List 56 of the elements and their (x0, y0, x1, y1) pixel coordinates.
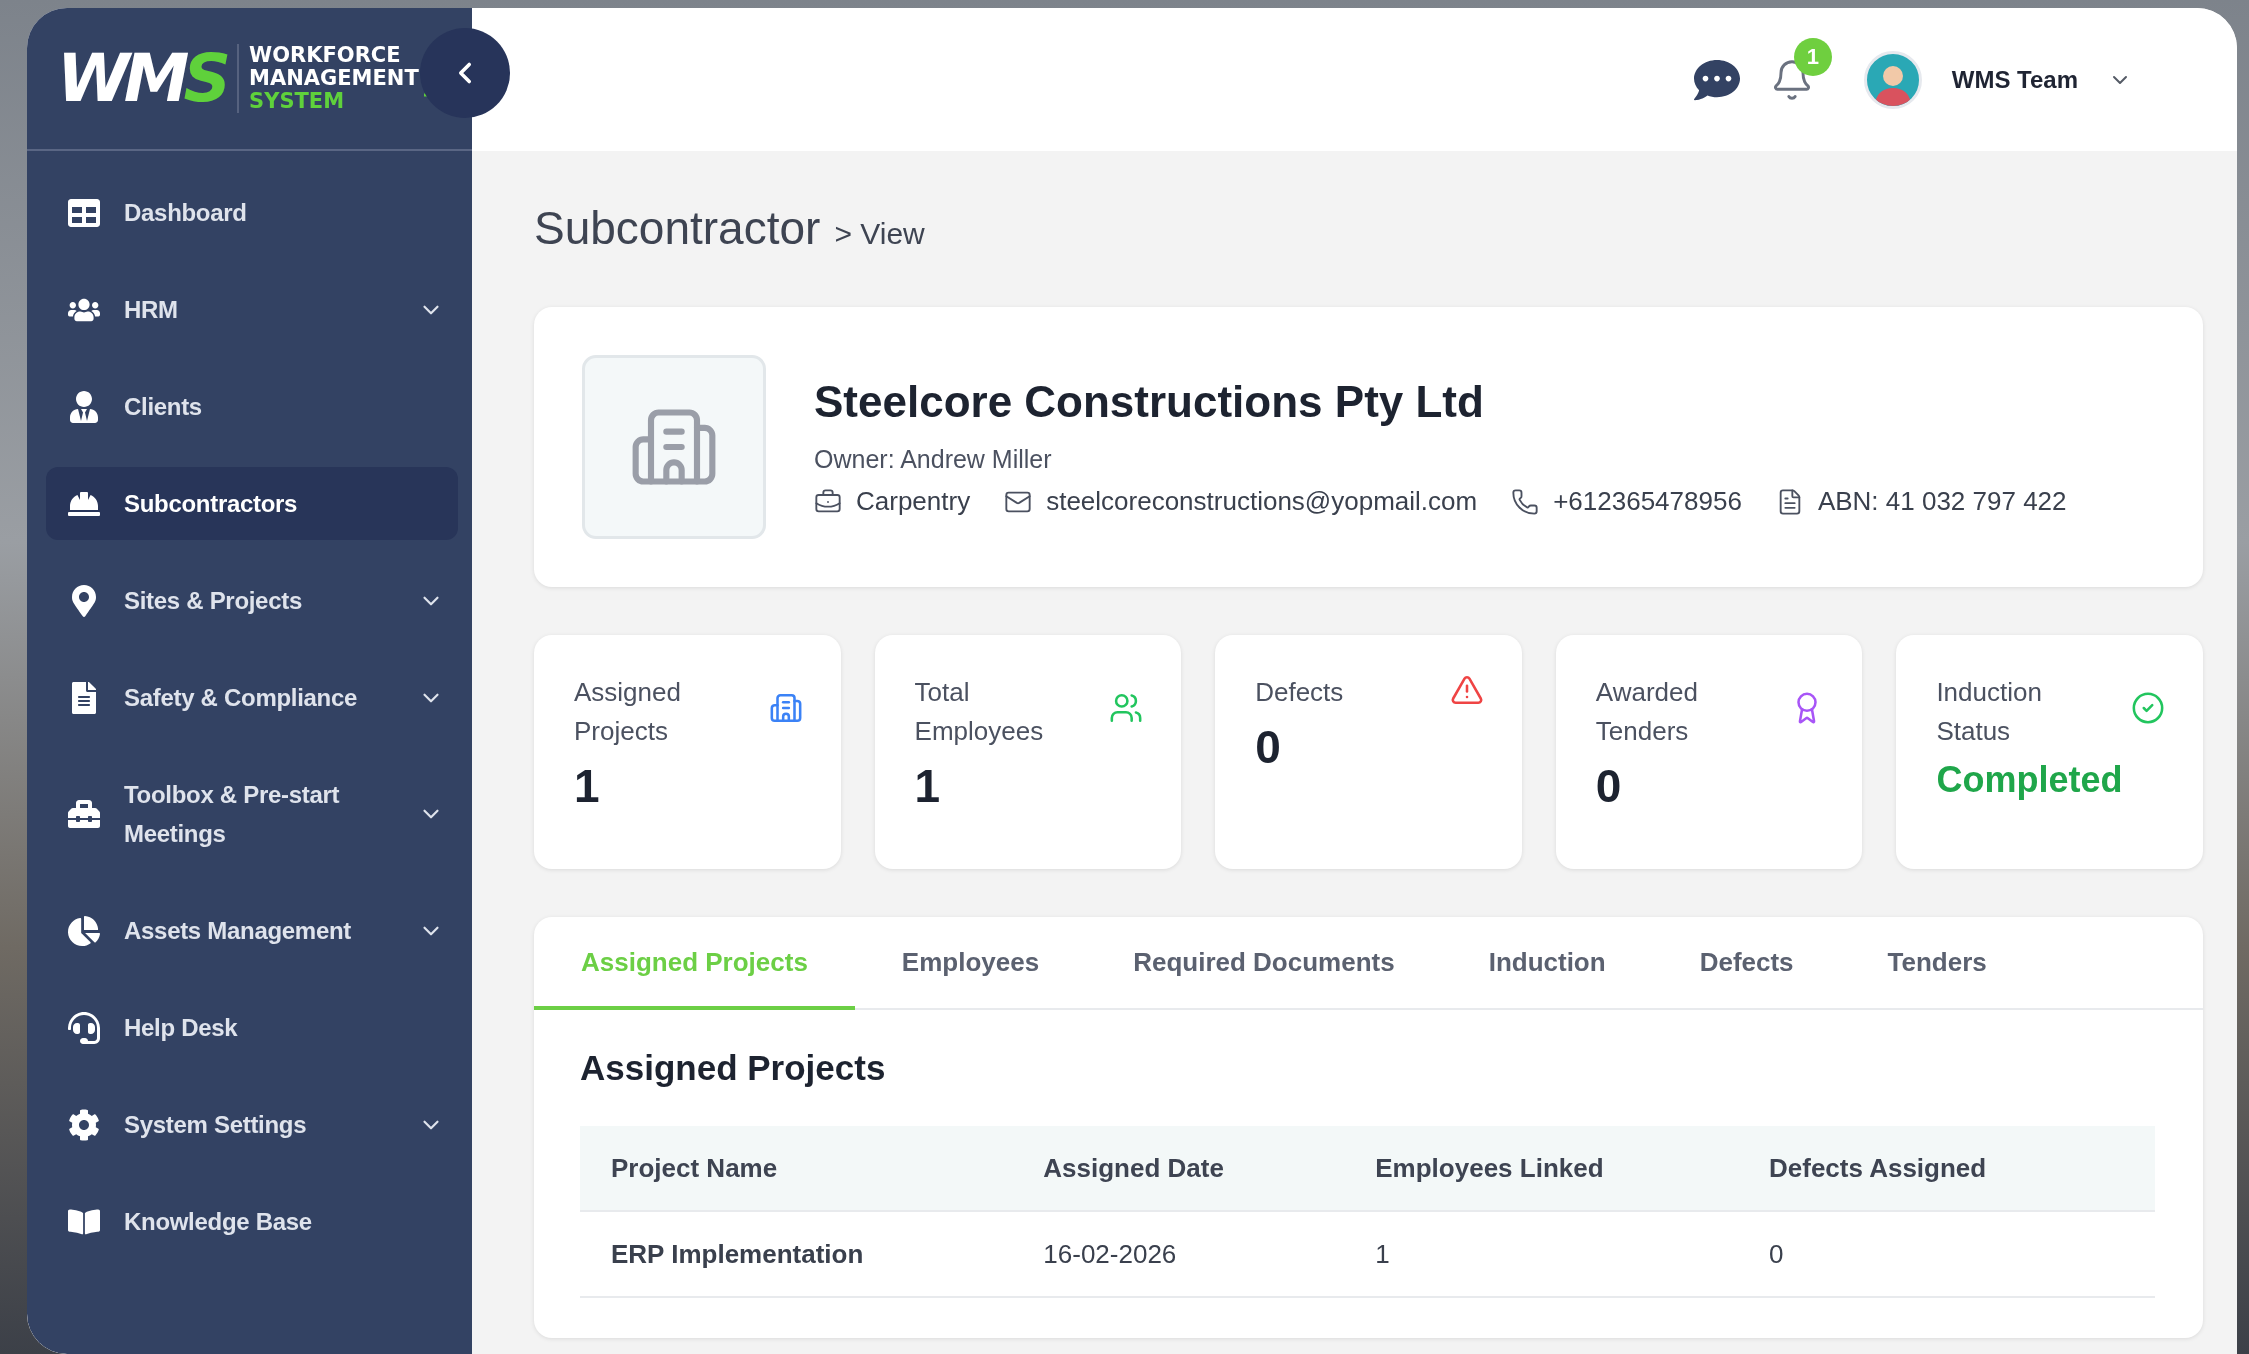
tab[interactable]: Tenders (1840, 917, 2034, 1010)
toolbox-icon (68, 798, 100, 830)
user-name[interactable]: WMS Team (1951, 65, 2078, 94)
nav-item[interactable]: Dashboard (46, 176, 458, 249)
company-name: Steelcore Constructions Pty Ltd (814, 377, 1485, 427)
stat-label: Total Employees (914, 676, 1045, 748)
detail-text: ABN: 41 032 797 422 (1817, 486, 2067, 517)
tab[interactable]: Employees (854, 917, 1087, 1010)
table-cell-text: ERP Implementation (611, 1238, 865, 1270)
stat-label: Defects (1255, 676, 1344, 709)
table-cell-text: 0 (1769, 1238, 1785, 1270)
logo-text: MANAGEMENT (249, 67, 419, 90)
pie-chart-icon (68, 914, 100, 947)
stat-value: 0 (1255, 720, 1282, 774)
tab[interactable]: Defects (1652, 917, 1841, 1010)
dashboard-icon (68, 196, 100, 229)
detail-text: +612365478956 (1553, 486, 1742, 517)
settings-icon (68, 1108, 100, 1141)
breadcrumb: > View (834, 217, 925, 251)
logo-text: WORKFORCE (249, 44, 402, 67)
phone-icon (1511, 487, 1540, 516)
nav-item[interactable]: Subcontractors (46, 467, 458, 540)
owner-name: Owner: Andrew Miller (814, 445, 1053, 474)
nav-item[interactable]: HRM (46, 273, 458, 346)
column-header: Defects Assigned (1769, 1152, 1988, 1184)
person-icon (68, 390, 100, 423)
detail-text: steelcoreconstructions@yopmail.com (1046, 486, 1478, 517)
table-cell-text: 16-02-2026 (1043, 1238, 1178, 1270)
nav-item[interactable]: Safety & Compliance (46, 661, 458, 734)
stat-label: Awarded Tenders (1595, 676, 1699, 748)
page-title: Subcontractor (534, 201, 821, 255)
column-header: Assigned Date (1043, 1152, 1225, 1184)
nav-item[interactable]: System Settings (46, 1088, 458, 1161)
tab[interactable]: Required Documents (1086, 917, 1442, 1010)
stat-label: Induction Status (1936, 676, 2043, 748)
notification-count: 1 (1793, 37, 1832, 76)
nav-item[interactable]: Help Desk (46, 991, 458, 1064)
nav-item[interactable]: Sites & Projects (46, 564, 458, 637)
headset-icon (68, 1011, 100, 1044)
nav-item[interactable]: Clients (46, 370, 458, 443)
stat-label: Assigned Projects (574, 676, 682, 748)
tab[interactable]: Induction (1441, 917, 1653, 1010)
stat-value: 1 (914, 759, 942, 813)
column-header: Employees Linked (1375, 1152, 1605, 1184)
nav-item[interactable]: Knowledge Base (46, 1185, 458, 1258)
logo-mark: WMS (57, 45, 226, 112)
detail-text: Carpentry (856, 486, 971, 517)
stat-value: 1 (574, 759, 601, 813)
stat-value: Completed (1936, 759, 2124, 801)
stat-value: 0 (1595, 759, 1623, 813)
column-header: Project Name (611, 1152, 779, 1184)
table-cell-text: 1 (1375, 1238, 1391, 1270)
logo-text: SYSTEM (249, 90, 346, 113)
nav-item[interactable]: Toolbox & Pre-start Meetings (46, 758, 458, 870)
section-title: Assigned Projects (580, 1048, 887, 1088)
nav-item[interactable]: Assets Management (46, 894, 458, 967)
